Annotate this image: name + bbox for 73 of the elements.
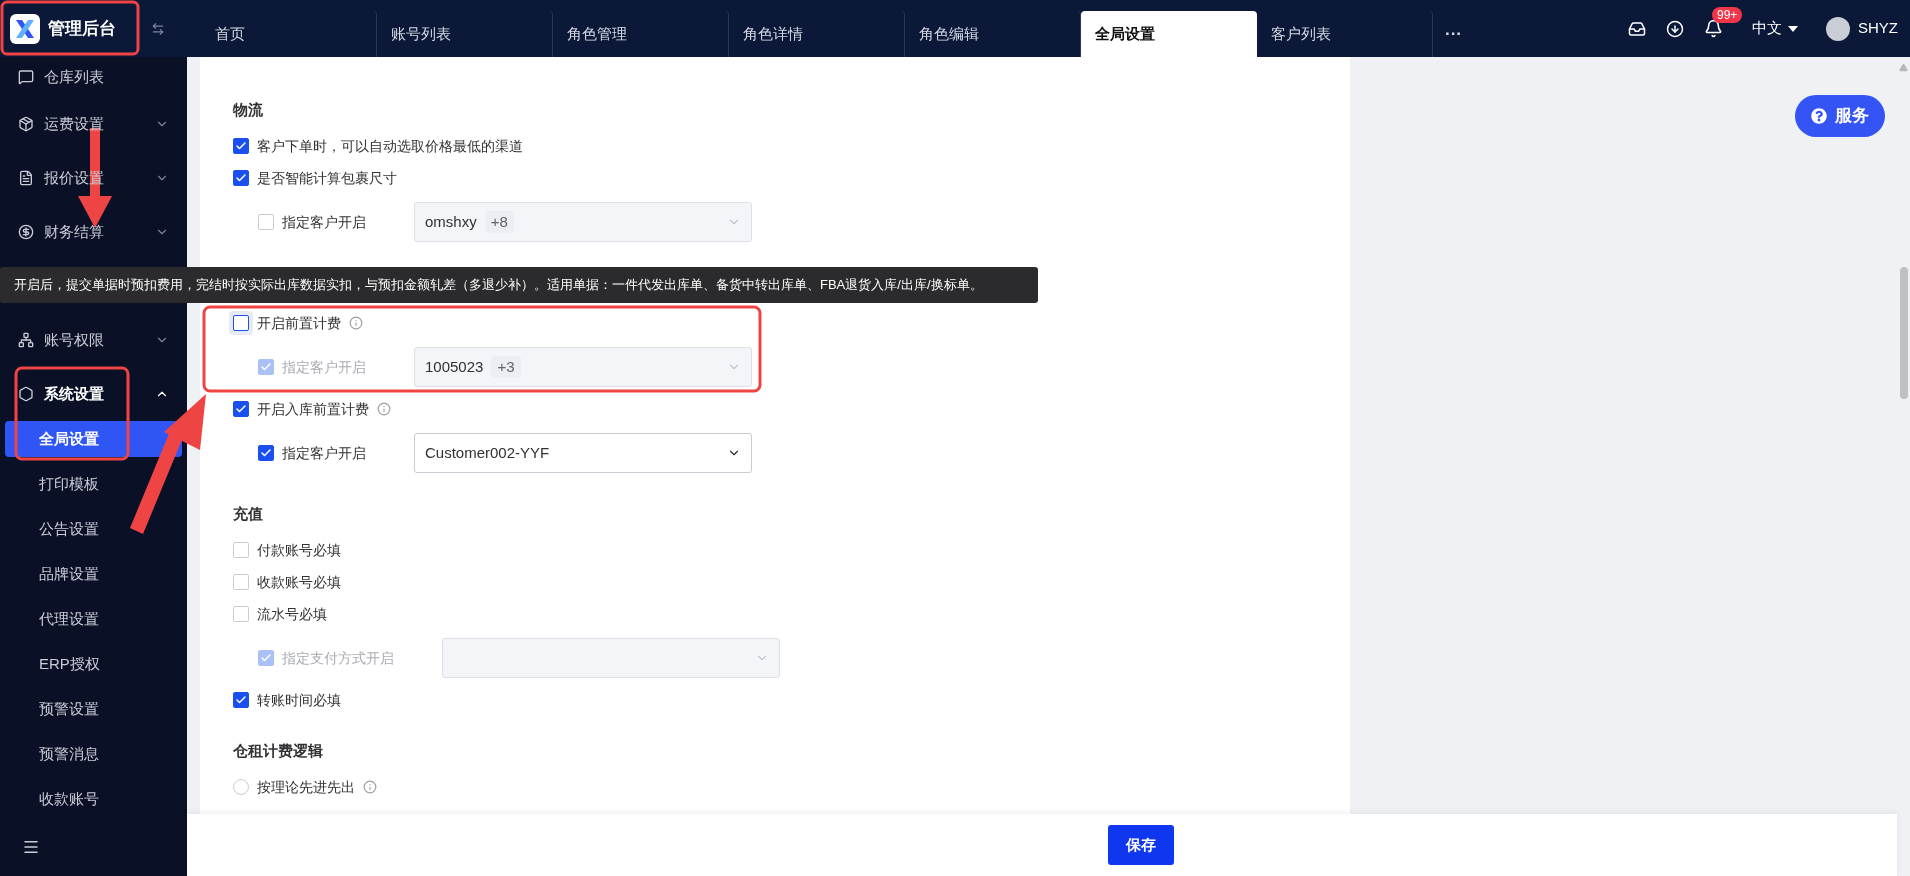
select-value: omshxy <box>425 211 477 232</box>
caret-icon <box>1788 25 1798 32</box>
checkbox[interactable] <box>258 445 274 461</box>
option-label: 按理论先进先出 <box>257 777 355 797</box>
radio-button[interactable] <box>233 779 249 795</box>
scrollbar-thumb[interactable] <box>1899 267 1908 399</box>
menu-icon <box>18 116 34 132</box>
sidebar-subitem[interactable]: 公告设置 <box>5 511 182 547</box>
check-icon <box>260 447 272 459</box>
section-title: 仓租计费逻辑 <box>233 740 324 761</box>
menu-icon <box>18 332 34 348</box>
checkbox[interactable] <box>233 401 249 417</box>
help-icon <box>1811 108 1827 124</box>
select-field[interactable]: Customer002-YYF <box>414 433 752 473</box>
checkbox[interactable] <box>233 170 249 186</box>
check-icon <box>260 652 272 664</box>
sidebar-item[interactable]: 运费设置 <box>0 97 187 151</box>
option-label: 客户下单时，可以自动选取价格最低的渠道 <box>257 136 523 156</box>
bell-icon[interactable] <box>1704 18 1723 38</box>
option-label: 付款账号必填 <box>257 540 341 560</box>
app-title: 管理后台 <box>48 17 116 40</box>
count-tag: +8 <box>484 210 514 234</box>
collapse-icon[interactable] <box>22 838 40 856</box>
sidebar-subitem[interactable]: 预警设置 <box>5 691 182 727</box>
option-label: 流水号必填 <box>257 604 327 624</box>
checkbox[interactable] <box>233 138 249 154</box>
sidebar-subitem[interactable]: 代理设置 <box>5 601 182 637</box>
menu-icon <box>18 170 34 186</box>
option-label: 开启入库前置计费 <box>257 399 369 419</box>
tooltip: 开启后，提交单据时预扣费用，完结时按实际出库数据实扣，与预扣金额轧差（多退少补）。适用单据：一件代发出库单、备货中转出库单、FBA退货入库/出库/换标单。 <box>0 267 1038 303</box>
sidebar-item[interactable]: 仓库列表 <box>0 57 187 97</box>
check-icon <box>235 172 247 184</box>
user-name[interactable]: SHYZ <box>1858 17 1898 40</box>
check-icon <box>235 694 247 706</box>
sidebar-item[interactable]: 系统设置 <box>0 367 187 421</box>
sidebar-subitem[interactable]: 品牌设置 <box>5 556 182 592</box>
more-tabs-button[interactable]: ··· <box>1433 11 1474 57</box>
option-label: 指定客户开启 <box>282 212 366 232</box>
count-tag: +3 <box>491 355 521 379</box>
option-label: 是否智能计算包裹尺寸 <box>257 168 397 188</box>
section-title: 物流 <box>233 99 264 120</box>
language-button[interactable]: 中文 <box>1752 17 1798 40</box>
select-value: Customer002-YYF <box>425 442 550 463</box>
check-icon <box>235 140 247 152</box>
sidebar-item[interactable]: 账号权限 <box>0 313 187 367</box>
inbox-icon[interactable] <box>1628 19 1646 38</box>
menu-icon <box>18 224 34 240</box>
menu-icon <box>18 386 34 402</box>
check-icon <box>260 361 272 373</box>
option-label: 指定客户开启 <box>282 357 366 377</box>
swap-icon[interactable] <box>151 21 165 36</box>
option-label: 转账时间必填 <box>257 690 341 710</box>
avatar[interactable] <box>1826 16 1850 41</box>
section-title: 充值 <box>233 503 264 524</box>
select-value: 1005023 <box>425 356 484 377</box>
menu-icon <box>18 69 34 85</box>
page-tab[interactable]: 全局设置 <box>1081 11 1257 57</box>
option-label: 收款账号必填 <box>257 572 341 592</box>
logo-icon <box>10 13 40 44</box>
check-icon <box>235 403 247 415</box>
sidebar-subitem[interactable]: 打印模板 <box>5 466 182 502</box>
sidebar-subitem[interactable]: 收款账号 <box>5 781 182 817</box>
option-label: 指定支付方式开启 <box>282 648 394 668</box>
option-label: 指定客户开启 <box>282 443 366 463</box>
checkbox[interactable] <box>233 692 249 708</box>
download-icon[interactable] <box>1666 19 1684 38</box>
service-button[interactable]: 服务 <box>1795 95 1885 137</box>
save-button[interactable]: 保存 <box>1108 825 1174 865</box>
notification-badge: 99+ <box>1712 6 1743 23</box>
sidebar-subitem[interactable]: 预警消息 <box>5 736 182 772</box>
option-label: 开启前置计费 <box>257 313 341 333</box>
sidebar-subitem[interactable]: ERP授权 <box>5 646 182 682</box>
sidebar-item[interactable]: 财务结算 <box>0 205 187 259</box>
